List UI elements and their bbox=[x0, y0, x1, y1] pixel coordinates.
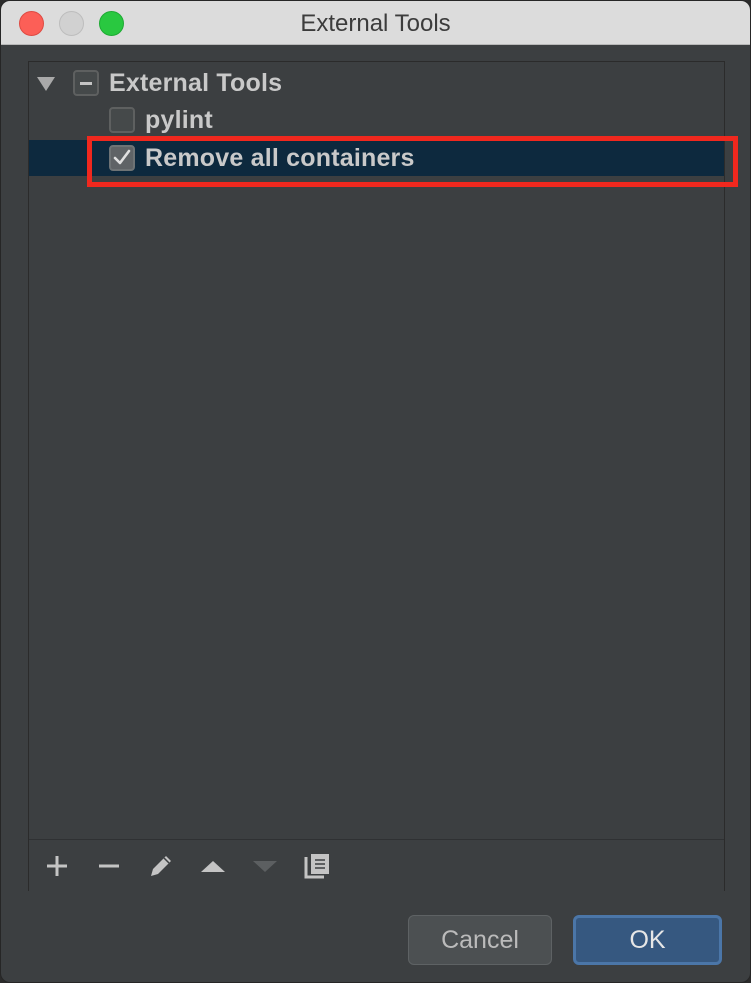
tree-item-label: pylint bbox=[145, 106, 213, 134]
arrow-up-icon bbox=[201, 861, 225, 872]
external-tools-dialog: External Tools External Tools pylint Rem… bbox=[0, 0, 751, 983]
expand-arrow-icon[interactable] bbox=[37, 77, 55, 91]
tools-tree: External Tools pylint Remove all contain… bbox=[28, 61, 725, 891]
move-up-button[interactable] bbox=[195, 848, 231, 884]
window-title: External Tools bbox=[300, 10, 451, 37]
edit-button[interactable] bbox=[143, 848, 179, 884]
ok-button[interactable]: OK bbox=[573, 915, 722, 965]
pencil-icon bbox=[151, 856, 171, 876]
minus-icon bbox=[99, 864, 119, 868]
tree-root-label: External Tools bbox=[109, 69, 283, 97]
partial-check-icon bbox=[80, 81, 92, 85]
pylint-checkbox[interactable] bbox=[109, 107, 135, 133]
checkmark-icon bbox=[113, 149, 131, 165]
add-button[interactable] bbox=[39, 848, 75, 884]
arrow-down-icon bbox=[253, 861, 277, 872]
root-checkbox[interactable] bbox=[73, 70, 99, 96]
tree-root-row[interactable]: External Tools bbox=[29, 64, 724, 100]
move-down-button[interactable] bbox=[247, 848, 283, 884]
tree-item-remove-all-containers[interactable]: Remove all containers bbox=[29, 140, 724, 176]
copy-icon bbox=[304, 854, 329, 879]
tree-item-label: Remove all containers bbox=[145, 144, 415, 172]
remove-all-containers-checkbox[interactable] bbox=[109, 145, 135, 171]
plus-icon bbox=[47, 856, 67, 876]
tree-toolbar bbox=[29, 839, 724, 891]
tree-item-pylint[interactable]: pylint bbox=[29, 102, 724, 138]
title-bar: External Tools bbox=[1, 1, 750, 45]
copy-button[interactable] bbox=[299, 848, 335, 884]
cancel-button[interactable]: Cancel bbox=[408, 915, 552, 965]
remove-button[interactable] bbox=[91, 848, 127, 884]
